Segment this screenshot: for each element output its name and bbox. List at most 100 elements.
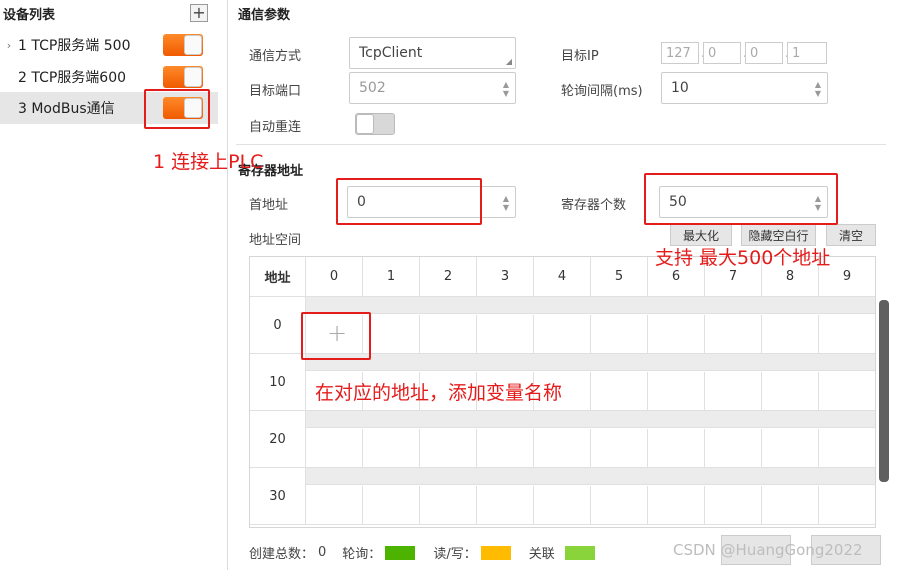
grid-row-label: 0 [250, 297, 306, 354]
rw-legend-swatch [480, 545, 511, 560]
grid-cell[interactable] [477, 486, 534, 525]
target-ip-label: 目标IP [561, 49, 599, 64]
grid-cell[interactable] [363, 429, 420, 468]
grid-cell[interactable] [534, 486, 591, 525]
grid-cell[interactable] [534, 315, 591, 354]
grid-cell[interactable] [591, 315, 648, 354]
ip-segment-4[interactable]: 1 [787, 42, 827, 64]
status-bar: 创建总数： 0 轮询： 读/写： 关联 [249, 543, 595, 562]
watermark: CSDN @HuangGong2022 [673, 541, 863, 559]
grid-row-label: 10 [250, 354, 306, 411]
grid-scrollbar[interactable] [879, 300, 889, 482]
link-legend-label: 关联 [528, 547, 555, 562]
start-address-label: 首地址 [249, 198, 289, 213]
grid-header-addr: 地址 [250, 257, 306, 297]
grid-cell[interactable] [648, 315, 705, 354]
grid-cell[interactable] [363, 486, 420, 525]
comm-params-title: 通信参数 [238, 8, 291, 23]
grid-row-band [306, 468, 875, 485]
rw-legend-label: 读/写： [433, 547, 477, 562]
poll-interval-label: 轮询间隔(ms) [561, 84, 643, 99]
device-item-1[interactable]: › 1 TCP服务端 500 [0, 29, 218, 61]
grid-cell[interactable] [591, 372, 648, 411]
created-total-label: 创建总数： [249, 547, 315, 562]
auto-reconnect-label: 自动重连 [249, 120, 302, 135]
grid-cell[interactable] [648, 429, 705, 468]
target-port-label: 目标端口 [249, 84, 302, 99]
device-2-toggle[interactable] [163, 66, 203, 88]
annotation-box-start [336, 178, 482, 225]
divider [236, 144, 886, 145]
grid-cell[interactable] [534, 429, 591, 468]
ip-segment-1[interactable]: 127 [661, 42, 699, 64]
device-label: 2 TCP服务端600 [18, 70, 127, 86]
annotation-add-var: 在对应的地址，添加变量名称 [315, 382, 563, 404]
add-device-button[interactable]: + [190, 4, 208, 22]
grid-cell[interactable] [477, 315, 534, 354]
grid-column-header: 0 [306, 257, 363, 297]
grid-row-label: 30 [250, 468, 306, 525]
grid-column-header: 2 [420, 257, 477, 297]
grid-column-header: 4 [534, 257, 591, 297]
ip-segment-3[interactable]: 0 [745, 42, 783, 64]
device-label: 1 TCP服务端 500 [18, 38, 131, 54]
grid-cell[interactable] [762, 315, 819, 354]
address-space-label: 地址空间 [249, 233, 302, 248]
annotation-max-500: 支持 最大500个地址 [655, 247, 831, 269]
poll-interval-value: 10 [671, 80, 689, 96]
grid-row-label: 20 [250, 411, 306, 468]
comm-mode-value: TcpClient [359, 45, 423, 61]
register-count-label: 寄存器个数 [561, 198, 627, 213]
grid-cell[interactable] [705, 315, 762, 354]
target-port-input[interactable]: 502 ▲ ▼ [349, 72, 516, 104]
poll-legend-swatch [385, 545, 416, 560]
grid-row-band [306, 354, 875, 371]
grid-cell[interactable] [306, 486, 363, 525]
grid-cell[interactable] [762, 372, 819, 411]
grid-row-band [306, 297, 875, 314]
poll-legend-label: 轮询： [342, 547, 382, 562]
device-label: 3 ModBus通信 [18, 101, 115, 117]
grid-cell[interactable] [591, 486, 648, 525]
grid-column-header: 5 [591, 257, 648, 297]
plus-icon: + [192, 3, 206, 22]
grid-cell[interactable] [819, 429, 875, 468]
grid-cell[interactable] [363, 315, 420, 354]
grid-cell[interactable] [420, 429, 477, 468]
auto-reconnect-toggle[interactable] [355, 113, 395, 135]
grid-cell[interactable] [705, 486, 762, 525]
clear-button[interactable]: 清空 [826, 224, 876, 246]
grid-cell[interactable] [819, 372, 875, 411]
device-list-title: 设备列表 [3, 8, 56, 23]
spin-arrows-icon[interactable]: ▲ ▼ [815, 80, 821, 98]
device-1-toggle[interactable] [163, 34, 203, 56]
grid-cell[interactable] [420, 315, 477, 354]
poll-interval-input[interactable]: 10 ▲ ▼ [661, 72, 828, 104]
chevron-right-icon[interactable]: › [2, 39, 16, 52]
ip-segment-2[interactable]: 0 [703, 42, 741, 64]
grid-cell[interactable] [420, 486, 477, 525]
grid-cell[interactable] [762, 486, 819, 525]
grid-cell[interactable] [591, 429, 648, 468]
annotation-box-toggle [144, 89, 210, 129]
device-list-panel: 设备列表 + › 1 TCP服务端 500 2 TCP服务端600 3 ModB… [0, 0, 228, 570]
grid-cell[interactable] [648, 486, 705, 525]
annotation-connect-plc: 1 连接上PLC [153, 151, 264, 173]
grid-cell[interactable] [705, 372, 762, 411]
link-legend-swatch [564, 545, 595, 560]
grid-cell[interactable] [762, 429, 819, 468]
grid-cell[interactable] [477, 429, 534, 468]
grid-cell[interactable] [819, 315, 875, 354]
grid-cell[interactable] [306, 429, 363, 468]
comm-mode-label: 通信方式 [249, 49, 302, 64]
grid-cell[interactable] [648, 372, 705, 411]
grid-cell[interactable] [819, 486, 875, 525]
grid-column-header: 3 [477, 257, 534, 297]
comm-mode-select[interactable]: TcpClient ◢ [349, 37, 516, 69]
spin-arrows-icon[interactable]: ▲ ▼ [503, 80, 509, 98]
resize-grip-icon: ◢ [505, 57, 512, 66]
spin-arrows-icon[interactable]: ▲ ▼ [503, 194, 509, 212]
grid-row-band [306, 411, 875, 428]
annotation-box-count [644, 173, 838, 225]
grid-cell[interactable] [705, 429, 762, 468]
